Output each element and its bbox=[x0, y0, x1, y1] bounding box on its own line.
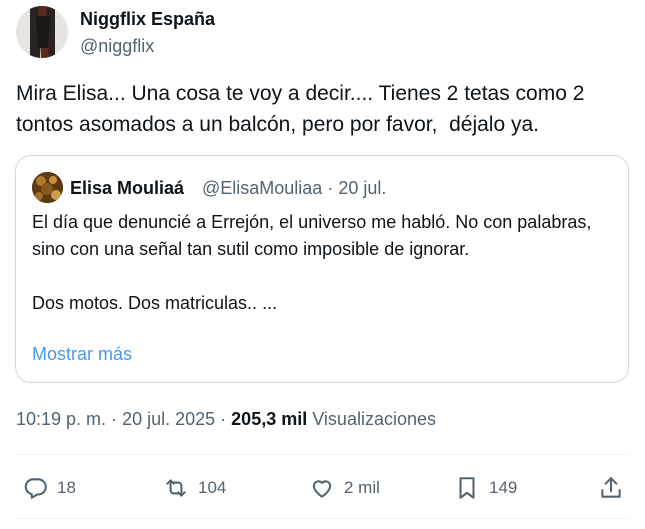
profile-avatar-icon bbox=[16, 6, 68, 58]
reply-icon bbox=[24, 478, 47, 499]
author-handle[interactable]: @niggflix bbox=[80, 35, 154, 57]
meta-separator: · bbox=[220, 409, 232, 429]
quote-author-name[interactable]: Elisa Mouliaá bbox=[70, 177, 184, 199]
share-icon bbox=[601, 477, 621, 498]
tweet-time[interactable]: 10:19 p. m. bbox=[16, 409, 106, 429]
retweet-button[interactable]: 104 bbox=[163, 470, 226, 506]
meta-separator: · bbox=[111, 409, 123, 429]
like-button[interactable]: 2 mil bbox=[309, 470, 380, 506]
author-avatar[interactable] bbox=[16, 6, 68, 58]
tweet-meta: 10:19 p. m. · 20 jul. 2025 · 205,3 mil V… bbox=[16, 408, 436, 430]
profile-avatar-icon bbox=[32, 172, 63, 203]
tweet-text: Mira Elisa... Una cosa te voy a decir...… bbox=[16, 82, 591, 136]
quote-text: El día que denuncié a Errejón, el univer… bbox=[32, 212, 592, 313]
quote-author-handle-date[interactable]: @ElisaMouliaa · 20 jul. bbox=[202, 177, 386, 199]
bookmark-icon bbox=[459, 477, 475, 499]
share-button[interactable] bbox=[598, 470, 624, 506]
views-count: 205,3 mil bbox=[231, 409, 308, 429]
views-label: Visualizaciones bbox=[312, 409, 436, 429]
heart-icon bbox=[312, 480, 332, 498]
reply-count: 18 bbox=[57, 478, 76, 497]
retweet-icon bbox=[166, 479, 186, 497]
quote-author-avatar[interactable] bbox=[32, 172, 63, 203]
divider bbox=[16, 518, 629, 519]
retweet-count: 104 bbox=[198, 478, 227, 497]
tweet-date[interactable]: 20 jul. 2025 bbox=[122, 409, 215, 429]
show-more-link[interactable]: Mostrar más bbox=[32, 343, 132, 365]
bookmark-count: 149 bbox=[489, 478, 518, 497]
like-count: 2 mil bbox=[344, 478, 380, 497]
action-bar: 18 104 2 mil 149 bbox=[0, 470, 645, 506]
bookmark-button[interactable]: 149 bbox=[454, 470, 517, 506]
divider bbox=[16, 454, 629, 455]
reply-button[interactable]: 18 bbox=[22, 470, 76, 506]
quoted-tweet[interactable]: Elisa Mouliaá @ElisaMouliaa · 20 jul. El… bbox=[15, 155, 629, 383]
author-name[interactable]: Niggflix España bbox=[80, 8, 215, 30]
